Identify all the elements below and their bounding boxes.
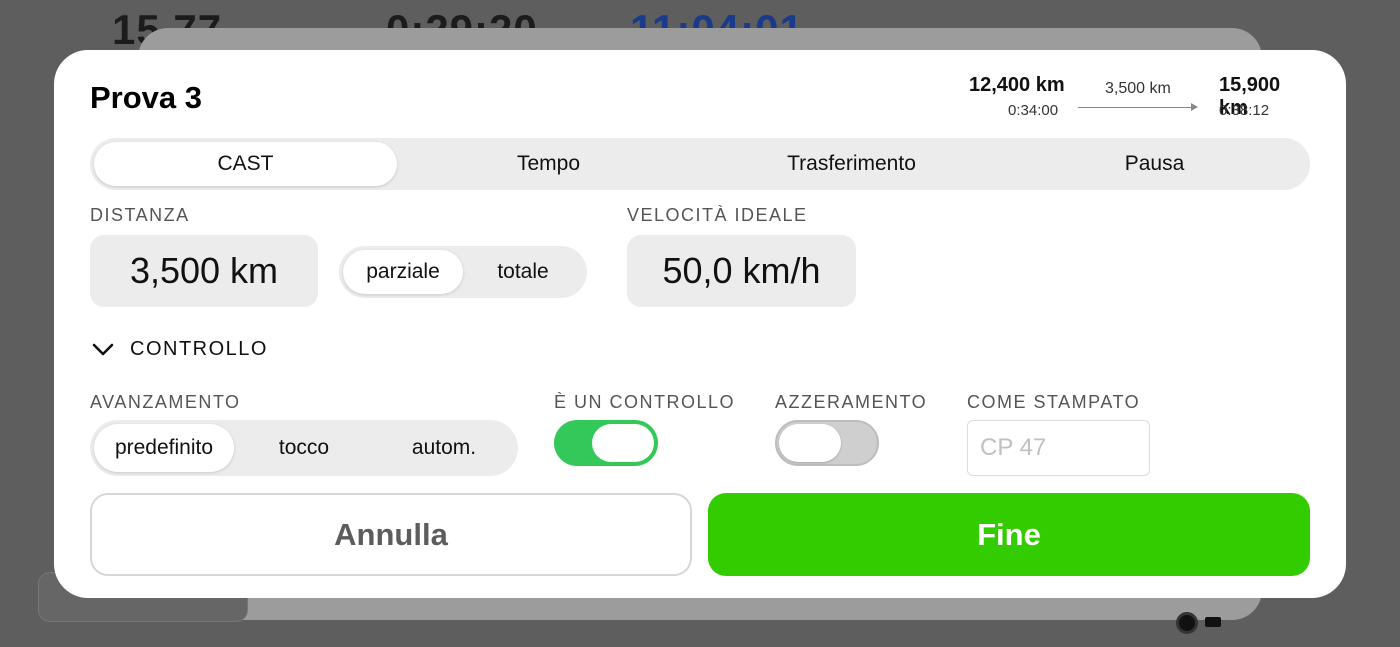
distance-mode-toggle: parziale totale bbox=[339, 246, 587, 298]
edit-stage-modal: Prova 3 12,400 km 0:34:00 3,500 km 15,90… bbox=[54, 50, 1346, 598]
advance-mode-selector: predefinito tocco autom. bbox=[90, 420, 518, 476]
control-section-toggle[interactable]: CONTROLLO bbox=[90, 336, 268, 362]
advance-option-auto[interactable]: autom. bbox=[374, 424, 514, 472]
switch-knob bbox=[779, 424, 841, 462]
advance-option-touch[interactable]: tocco bbox=[234, 424, 374, 472]
tab-trasferimento[interactable]: Trasferimento bbox=[700, 142, 1003, 186]
distance-value-field[interactable]: 3,500 km bbox=[90, 235, 318, 307]
distance-label: DISTANZA bbox=[90, 205, 190, 225]
route-segment-km: 3,500 km bbox=[1105, 80, 1171, 97]
ideal-speed-label: VELOCITÀ IDEALE bbox=[627, 205, 808, 225]
reset-switch[interactable] bbox=[775, 420, 879, 466]
advance-option-default[interactable]: predefinito bbox=[94, 424, 234, 472]
switch-knob bbox=[592, 424, 654, 462]
background-badge-icon bbox=[1176, 612, 1198, 634]
distance-mode-partial[interactable]: parziale bbox=[343, 250, 463, 294]
ideal-speed-field[interactable]: 50,0 km/h bbox=[627, 235, 856, 307]
route-summary: 12,400 km 0:34:00 3,500 km 15,900 km 0:3… bbox=[954, 74, 1314, 126]
background-small-icon bbox=[1205, 617, 1221, 627]
advance-label: AVANZAMENTO bbox=[90, 392, 241, 412]
is-control-switch[interactable] bbox=[554, 420, 658, 466]
distance-mode-total[interactable]: totale bbox=[463, 250, 583, 294]
tab-tempo[interactable]: Tempo bbox=[397, 142, 700, 186]
is-control-label: È UN CONTROLLO bbox=[554, 392, 736, 412]
modal-title: Prova 3 bbox=[90, 80, 203, 115]
as-printed-label: COME STAMPATO bbox=[967, 392, 1141, 412]
done-button[interactable]: Fine bbox=[708, 493, 1310, 576]
control-section-label: CONTROLLO bbox=[130, 337, 268, 360]
chevron-down-icon bbox=[92, 343, 114, 356]
route-from-time: 0:34:00 bbox=[1008, 102, 1059, 119]
reset-label: AZZERAMENTO bbox=[775, 392, 928, 412]
as-printed-input[interactable] bbox=[967, 420, 1150, 476]
route-to-time: 0:38:12 bbox=[1219, 102, 1270, 119]
tab-cast[interactable]: CAST bbox=[94, 142, 397, 186]
stage-type-tabs: CAST Tempo Trasferimento Pausa bbox=[90, 138, 1310, 190]
route-arrow-icon bbox=[1078, 103, 1198, 111]
cancel-button[interactable]: Annulla bbox=[90, 493, 692, 576]
tab-pausa[interactable]: Pausa bbox=[1003, 142, 1306, 186]
route-from-km: 12,400 km bbox=[969, 74, 1065, 96]
